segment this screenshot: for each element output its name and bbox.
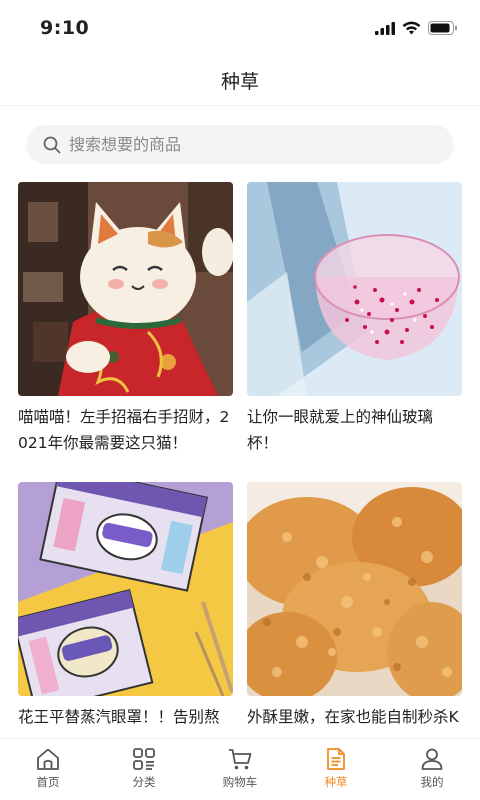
wifi-icon: [402, 21, 421, 35]
cart-icon: [229, 749, 252, 770]
card-image-lucky-cat[interactable]: [18, 182, 233, 396]
card-image-glass-cup[interactable]: [247, 182, 462, 396]
note-icon: [327, 748, 345, 770]
card-image-eye-mask[interactable]: [18, 482, 233, 696]
tab-label: 种草: [324, 775, 348, 789]
tab-label: 首页: [36, 775, 60, 789]
card-title[interactable]: 外酥里嫩，在家也能自制秒杀KFC的香酥鸡块: [247, 704, 462, 732]
tab-label: 购物车: [222, 775, 258, 789]
tab-category[interactable]: 分类: [96, 739, 192, 800]
tab-cart[interactable]: 购物车: [192, 739, 288, 800]
feed-card[interactable]: 让你一眼就爱上的神仙玻璃杯！: [247, 182, 462, 456]
user-icon: [421, 748, 443, 770]
card-title[interactable]: 花王平替蒸汽眼罩！！告别熬夜黑眼圈: [18, 704, 233, 732]
battery-icon: [428, 21, 457, 35]
tab-profile[interactable]: 我的: [384, 739, 480, 800]
page-title: 种草: [220, 71, 259, 93]
status-bar: 9:10: [0, 0, 480, 56]
search-bar[interactable]: [26, 125, 454, 164]
search-input[interactable]: [69, 135, 419, 154]
content-feed: 喵喵喵！左手招福右手招财，2021年你最需要这只猫！ 让你一眼就爱上的神仙玻璃杯…: [18, 182, 462, 732]
signal-icon: [375, 21, 395, 35]
feed-card[interactable]: 花王平替蒸汽眼罩！！告别熬夜黑眼圈: [18, 482, 233, 732]
card-title[interactable]: 喵喵喵！左手招福右手招财，2021年你最需要这只猫！: [18, 404, 233, 456]
card-title[interactable]: 让你一眼就爱上的神仙玻璃杯！: [247, 404, 462, 456]
card-image-fried-chicken[interactable]: [247, 482, 462, 696]
nav-bar: 种草: [0, 56, 480, 106]
search-icon: [43, 136, 61, 153]
tab-home[interactable]: 首页: [0, 739, 96, 800]
tab-label: 分类: [132, 775, 156, 789]
home-icon: [37, 748, 59, 770]
category-icon: [133, 748, 155, 770]
tab-grass[interactable]: 种草: [288, 739, 384, 800]
feed-card[interactable]: 喵喵喵！左手招福右手招财，2021年你最需要这只猫！: [18, 182, 233, 456]
status-time: 9:10: [40, 17, 90, 39]
feed-card[interactable]: 外酥里嫩，在家也能自制秒杀KFC的香酥鸡块: [247, 482, 462, 732]
bottom-tab-bar: 首页 分类 购物车 种草 我的: [0, 738, 480, 800]
tab-label: 我的: [420, 775, 444, 789]
status-icons: [375, 20, 458, 36]
